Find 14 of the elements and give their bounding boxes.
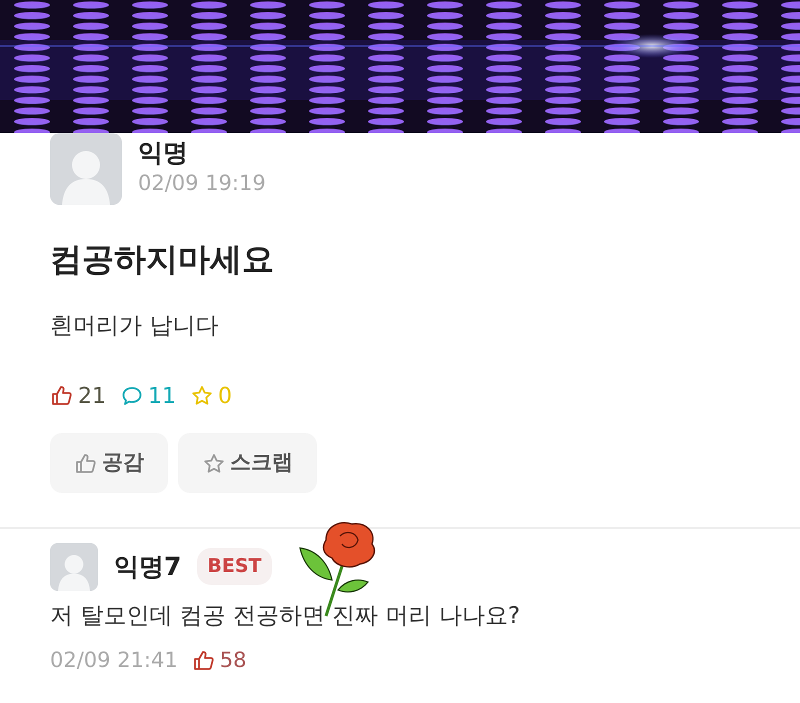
like-count: 58 xyxy=(220,647,246,674)
scrap-count: 0 xyxy=(218,382,232,410)
author-name: 익명 xyxy=(138,138,189,168)
post-time: 02/09 19:19 xyxy=(138,170,266,198)
comment-time: 02/09 21:41 xyxy=(50,647,178,674)
like-button[interactable]: 공감 xyxy=(50,432,168,492)
post-body: 흰머리가 납니다 xyxy=(50,312,220,341)
best-badge: BEST xyxy=(197,548,272,585)
scrap-button[interactable]: 스크랩 xyxy=(178,432,317,492)
comment-text: 저 탈모인데 컴공 전공하면 진짜 머리 나나요? xyxy=(50,602,522,630)
comment-author: 익명7 xyxy=(114,552,182,582)
like-count: 21 xyxy=(78,382,106,410)
comment-count: 11 xyxy=(148,382,176,410)
post-title: 컴공하지마세요 xyxy=(50,239,275,280)
